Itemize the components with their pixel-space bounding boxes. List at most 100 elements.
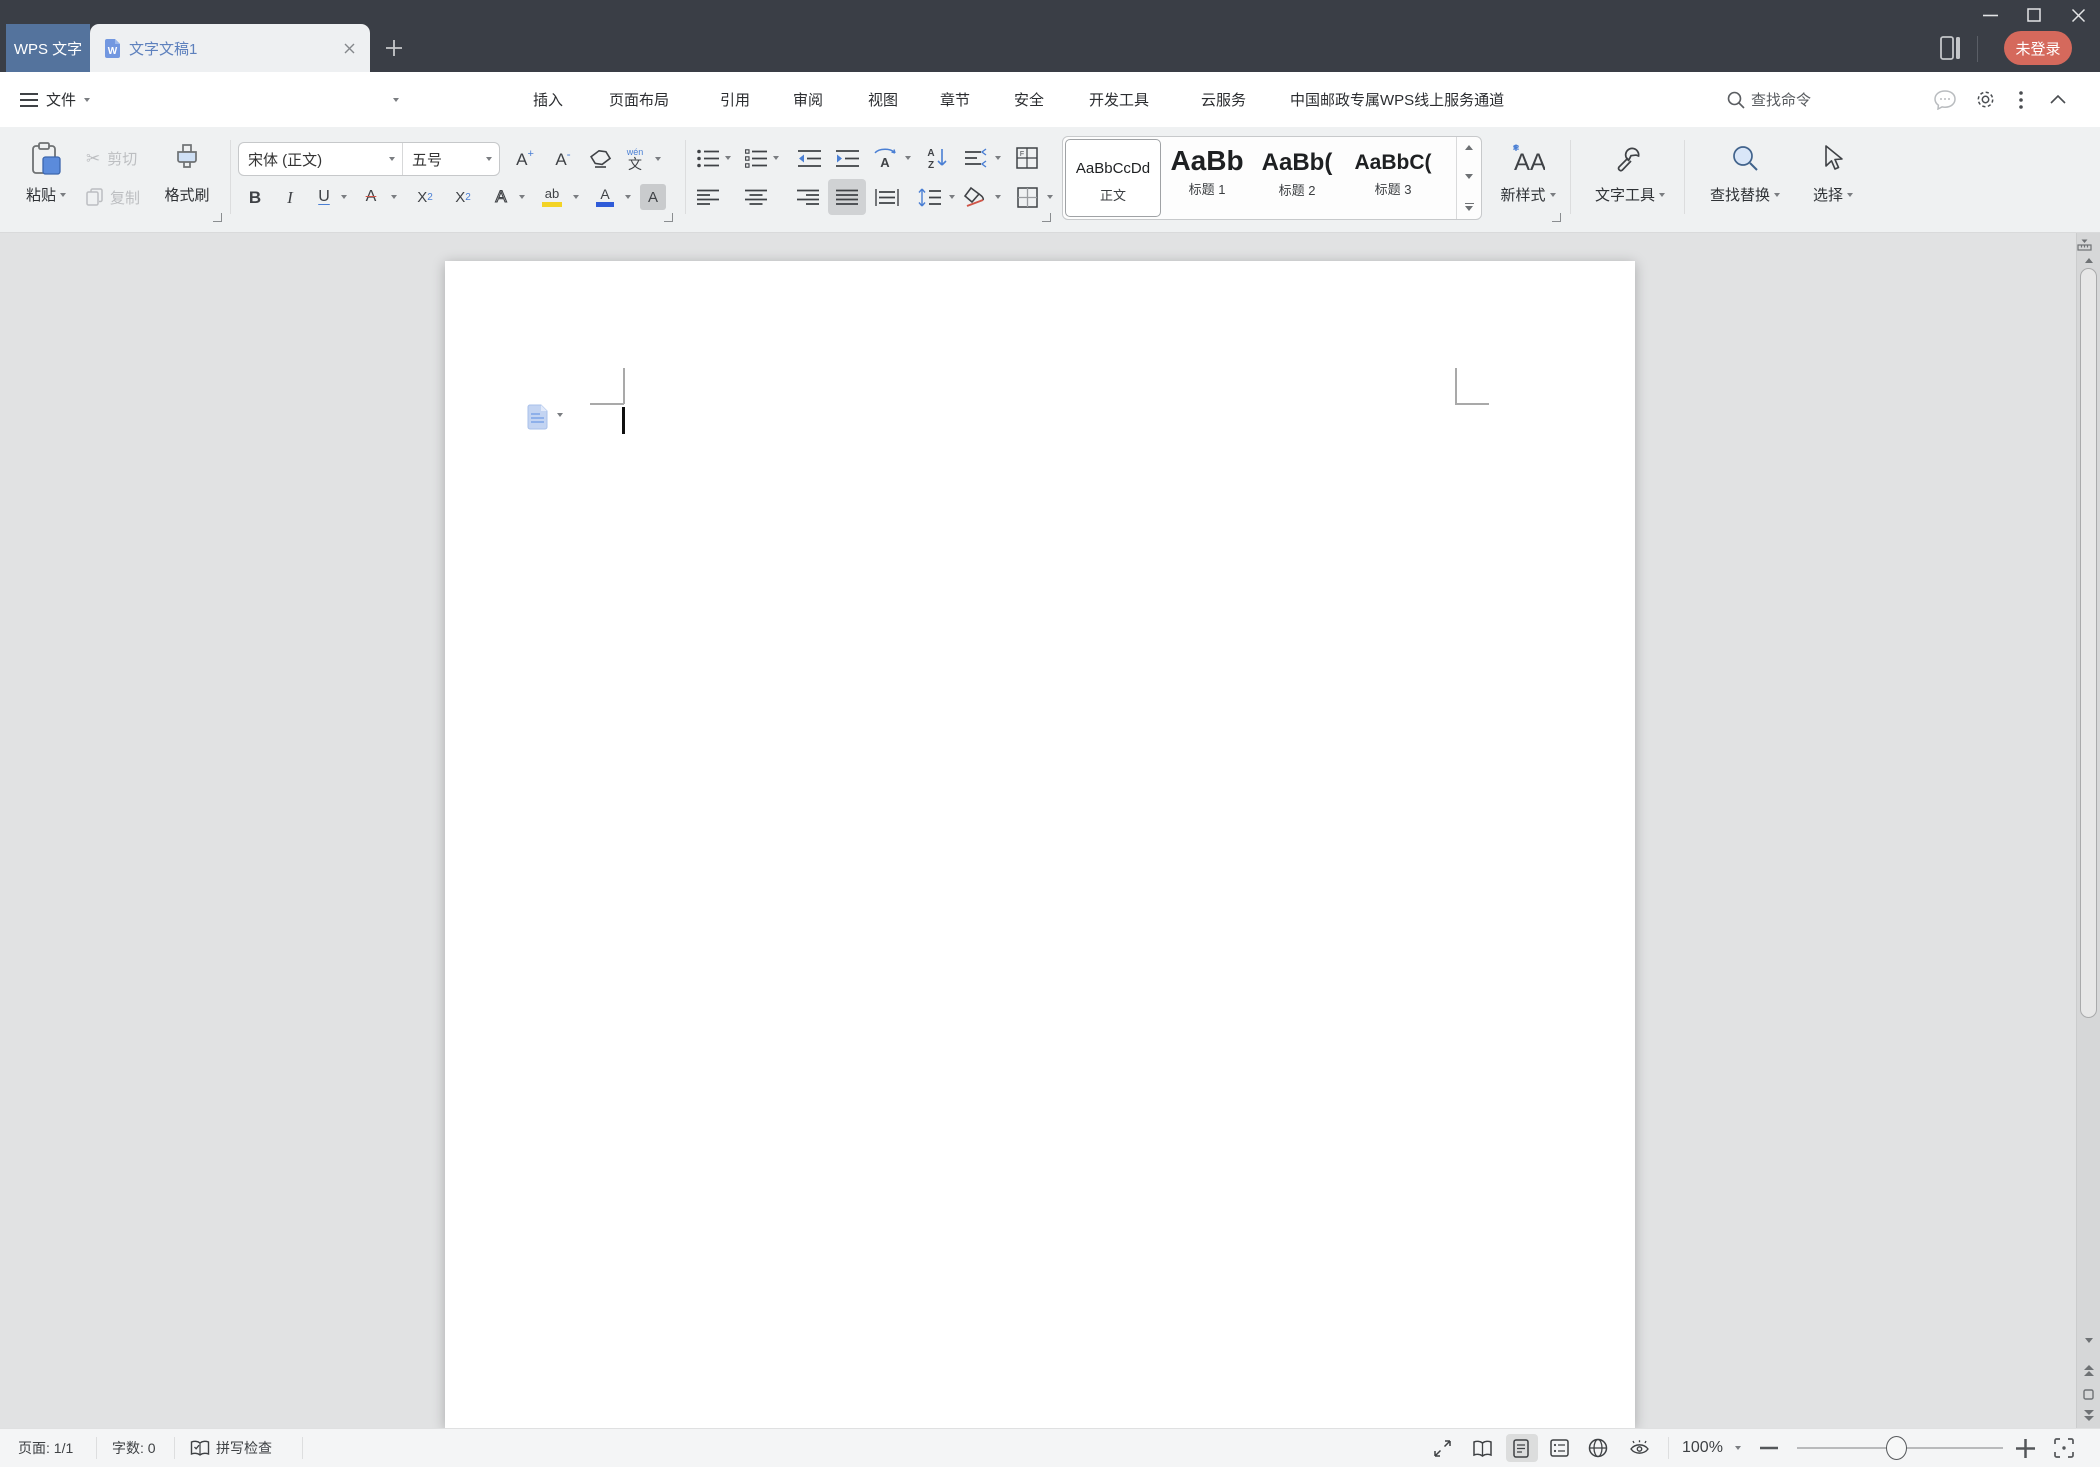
distribute-button[interactable] [872,182,902,212]
tab-stops-button[interactable]: F [1012,143,1042,173]
margin-helper-dropdown[interactable] [557,413,563,417]
style-heading1[interactable]: AaBb 标题 1 [1163,139,1251,217]
zoom-out-button[interactable] [1760,1429,1778,1467]
ruler-toggle-icon[interactable] [2077,238,2100,251]
sidebar-toggle-icon[interactable] [1940,36,1961,60]
font-size-combobox[interactable]: 五号 [403,143,499,175]
margin-helper-button[interactable] [526,404,563,430]
paste-button[interactable]: 粘贴 [14,140,78,218]
new-tab-button[interactable] [382,36,406,60]
fit-page-icon[interactable] [2054,1429,2074,1467]
document-tab[interactable]: W 文字文稿1 [90,24,370,72]
document-area[interactable] [0,233,2100,1428]
tab-cloud[interactable]: 云服务 [1201,72,1246,127]
tab-insert[interactable]: 插入 [533,72,563,127]
zoom-slider-knob[interactable] [1886,1436,1907,1460]
hamburger-icon[interactable] [20,72,38,127]
tab-security[interactable]: 安全 [1014,72,1044,127]
bullets-button[interactable] [694,143,722,173]
font-name-combobox[interactable]: 宋体 (正文) [239,143,403,175]
justify-button[interactable] [828,179,866,215]
style-heading2[interactable]: AaBb( 标题 2 [1253,139,1341,217]
page-count[interactable]: 页面: 1/1 [18,1429,73,1467]
next-page-icon[interactable] [2083,1410,2094,1422]
eye-protection-icon[interactable] [1629,1429,1650,1467]
web-layout-icon[interactable] [1588,1429,1608,1467]
font-color-dropdown[interactable] [622,189,634,205]
italic-button[interactable]: I [276,182,304,212]
styles-scroll-up-icon[interactable] [1465,145,1473,150]
align-center-button[interactable] [742,182,770,212]
document-page[interactable] [445,261,1635,1428]
vertical-scrollbar[interactable] [2076,233,2100,1467]
line-spacing-button[interactable] [914,182,944,212]
underline-dropdown[interactable] [338,189,350,205]
select-button[interactable]: 选择 [1798,140,1868,218]
tab-dev-tools[interactable]: 开发工具 [1089,72,1149,127]
scroll-down-icon[interactable] [2084,1338,2093,1343]
tab-references[interactable]: 引用 [720,72,750,127]
bullets-dropdown[interactable] [722,150,734,166]
styles-scroll-down-icon[interactable] [1465,173,1473,179]
tab-close-icon[interactable] [343,42,356,55]
tab-view[interactable]: 视图 [868,72,898,127]
settings-gear-icon[interactable] [1975,72,1996,127]
highlight-color-button[interactable]: ab [536,182,568,212]
align-left-button[interactable] [694,182,722,212]
style-heading3[interactable]: AaBbC( 标题 3 [1343,139,1443,217]
underline-button[interactable]: U [310,182,338,212]
line-spacing-dropdown[interactable] [946,189,958,205]
increase-indent-button[interactable] [832,143,862,173]
clipboard-dialog-launcher[interactable] [213,213,222,222]
minimize-button[interactable] [1968,0,2012,30]
tab-china-post-channel[interactable]: 中国邮政专属WPS线上服务通道 [1290,72,1504,127]
new-style-button[interactable]: AA 新样式 [1490,140,1566,218]
shrink-font-button[interactable]: A- [546,142,580,176]
style-normal[interactable]: AaBbCcDd 正文 [1065,139,1161,217]
styles-dialog-launcher[interactable] [1552,213,1561,222]
char-shading-button[interactable]: A [640,184,666,210]
feedback-chat-icon[interactable] [1934,72,1956,127]
select-browse-object-icon[interactable] [2083,1389,2094,1400]
align-right-button[interactable] [794,182,822,212]
login-button[interactable]: 未登录 [2004,31,2072,65]
styles-gallery-scroll[interactable] [1456,137,1481,219]
file-menu[interactable]: 文件 [46,72,76,127]
sort-button[interactable]: AZ [922,143,952,173]
text-effects-button[interactable]: A [486,182,516,212]
tab-review[interactable]: 审阅 [793,72,823,127]
font-dialog-launcher[interactable] [664,213,673,222]
fullscreen-view-icon[interactable] [1433,1429,1452,1467]
strikethrough-dropdown[interactable] [388,189,400,205]
clear-format-icon[interactable] [584,142,618,176]
file-menu-chevron-icon[interactable] [84,72,90,127]
zoom-level[interactable]: 100% [1682,1429,1723,1467]
word-count[interactable]: 字数: 0 [112,1429,156,1467]
styles-more-icon[interactable] [1464,202,1474,211]
tab-page-layout[interactable]: 页面布局 [609,72,669,127]
bold-button[interactable]: B [240,182,270,212]
paragraph-layout-button[interactable] [960,143,990,173]
shading-button[interactable] [960,182,990,212]
search-command[interactable]: 查找命令 [1727,72,1811,127]
wps-app-button[interactable]: WPS 文字 [6,24,90,72]
shading-dropdown[interactable] [992,189,1004,205]
decrease-indent-button[interactable] [794,143,824,173]
zoom-in-button[interactable] [2016,1429,2035,1467]
zoom-level-dropdown[interactable] [1735,1429,1741,1467]
maximize-button[interactable] [2012,0,2056,30]
scrollbar-thumb[interactable] [2080,268,2097,1018]
find-replace-button[interactable]: 查找替换 [1694,140,1796,218]
tab-section[interactable]: 章节 [940,72,970,127]
strikethrough-button[interactable]: A [356,182,386,212]
quick-access-chevron-icon[interactable] [393,72,399,127]
collapse-ribbon-icon[interactable] [2050,72,2066,127]
subscript-button[interactable]: X2 [446,182,480,212]
print-layout-icon[interactable] [1513,1429,1529,1467]
paragraph-layout-dropdown[interactable] [992,150,1004,166]
paragraph-dialog-launcher[interactable] [1042,213,1051,222]
close-button[interactable] [2056,0,2100,30]
scroll-up-icon[interactable] [2084,258,2093,263]
format-painter-button[interactable]: 格式刷 [152,140,222,218]
read-layout-icon[interactable] [1472,1429,1493,1467]
